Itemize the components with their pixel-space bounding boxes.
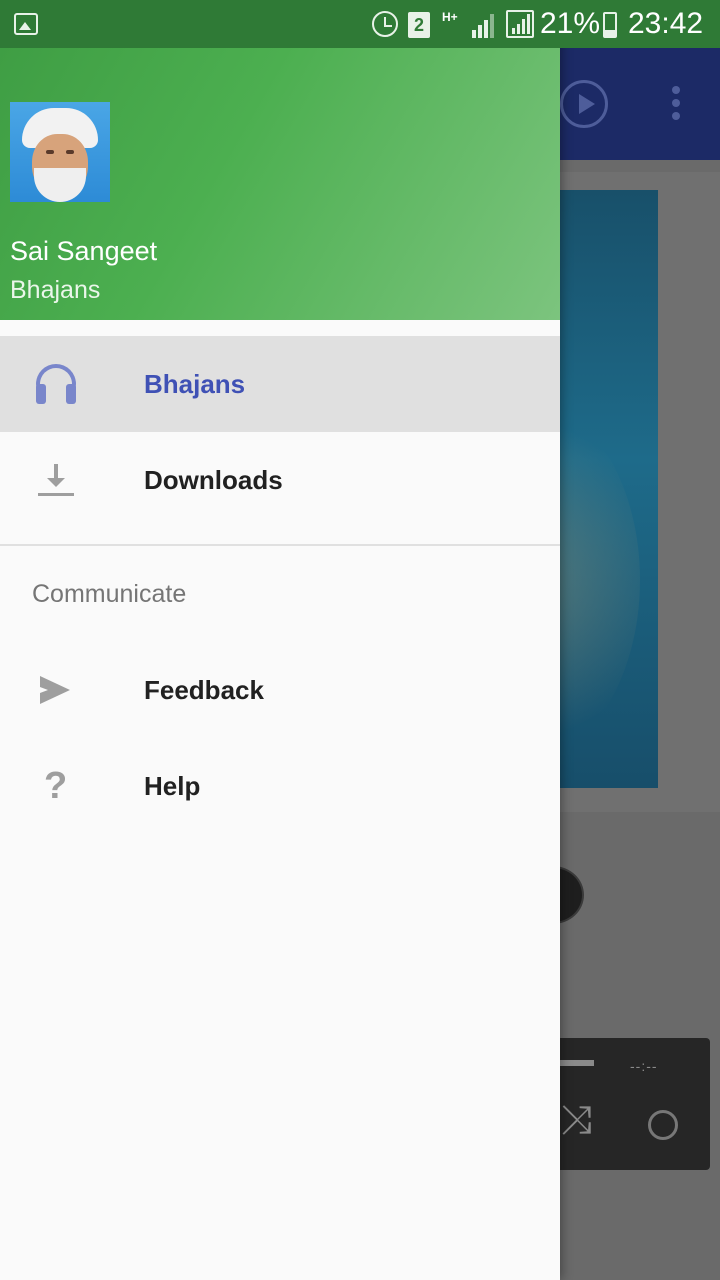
menu-item-help[interactable]: ? Help <box>0 738 560 834</box>
drawer-header: Sai Sangeet Bhajans <box>0 48 560 320</box>
sim-icon: 2 <box>408 12 430 38</box>
app-title: Sai Sangeet <box>10 236 158 266</box>
section-header-communicate: Communicate <box>32 580 187 608</box>
alarm-icon <box>372 11 398 37</box>
player-time: --:-- <box>630 1058 658 1074</box>
menu-item-label: Feedback <box>144 675 264 705</box>
download-icon <box>34 458 78 502</box>
menu-item-label: Downloads <box>144 465 283 495</box>
divider <box>0 544 560 546</box>
menu-item-label: Bhajans <box>144 369 246 399</box>
navigation-drawer: Sai Sangeet Bhajans Bhajans Downloads Co… <box>0 0 560 1280</box>
menu-item-bhajans[interactable]: Bhajans <box>0 336 560 432</box>
more-vert-icon <box>670 86 682 126</box>
avatar-eye <box>66 150 74 154</box>
battery-percent: 21% <box>540 7 601 40</box>
status-bar: 2 H+ 21% 23:42 <box>0 0 720 48</box>
signal-icon <box>470 12 496 38</box>
menu-item-feedback[interactable]: Feedback <box>0 642 560 738</box>
signal-icon <box>506 10 534 38</box>
clock: 23:42 <box>628 7 704 40</box>
repeat-icon <box>648 1110 678 1140</box>
send-icon <box>34 668 78 712</box>
avatar-eye <box>46 150 54 154</box>
menu-item-label: Help <box>144 771 201 801</box>
avatar <box>10 102 110 202</box>
app-subtitle: Bhajans <box>10 276 101 304</box>
network-type: H+ <box>442 10 458 24</box>
headphones-icon <box>34 362 78 406</box>
gallery-icon <box>14 13 38 35</box>
battery-icon <box>603 12 617 38</box>
menu-item-downloads[interactable]: Downloads <box>0 432 560 528</box>
avatar-beard <box>34 168 86 202</box>
help-icon: ? <box>44 765 68 807</box>
seek-bar <box>560 1060 594 1066</box>
play-icon <box>560 80 608 128</box>
shuffle-icon: ⤨ <box>560 1098 592 1142</box>
